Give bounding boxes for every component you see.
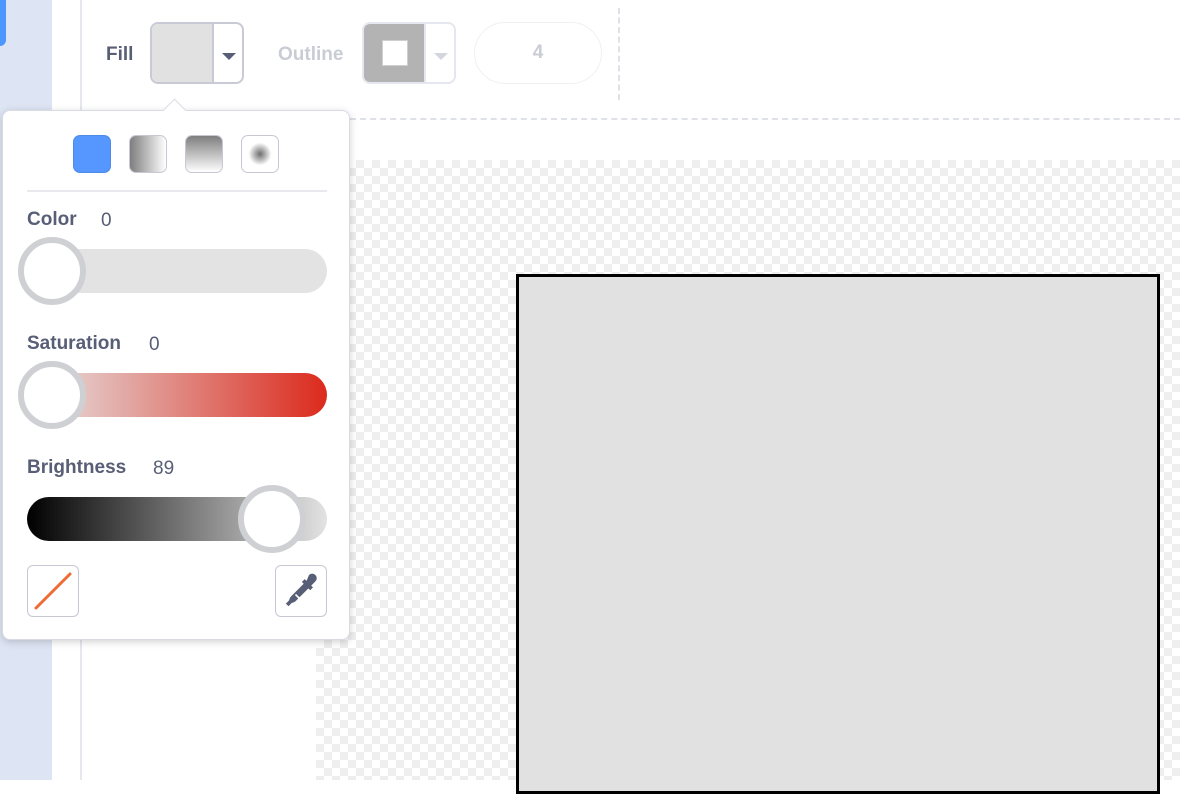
outline-color-button[interactable]	[362, 22, 456, 84]
popover-divider	[27, 190, 327, 192]
chevron-down-icon	[222, 53, 236, 60]
brightness-slider-handle[interactable]	[238, 485, 306, 553]
outline-square-icon	[382, 40, 408, 66]
toolbar-separator	[618, 8, 620, 100]
color-slider-handle[interactable]	[18, 237, 86, 305]
rectangle-shape[interactable]	[516, 274, 1160, 794]
solid-fill-button[interactable]	[73, 135, 111, 173]
outline-label: Outline	[278, 44, 344, 65]
eyedropper-button[interactable]	[275, 565, 327, 617]
fill-color-swatch[interactable]	[152, 24, 214, 82]
fill-color-popover: Color 0 Saturation 0 Brightness 89	[2, 98, 350, 640]
color-label: Color	[27, 209, 77, 230]
saturation-value: 0	[149, 334, 160, 355]
saturation-label: Saturation	[27, 333, 121, 354]
horizontal-gradient-button[interactable]	[129, 135, 167, 173]
paint-toolbar: Fill Outline 4	[82, 0, 1180, 110]
color-value: 0	[101, 210, 112, 231]
fill-dropdown-arrow[interactable]	[212, 24, 242, 82]
vertical-gradient-button[interactable]	[185, 135, 223, 173]
active-tab-indicator	[0, 0, 6, 46]
chevron-down-icon	[434, 53, 448, 60]
outline-color-swatch[interactable]	[364, 24, 426, 82]
outline-width-input[interactable]: 4	[474, 22, 602, 84]
radial-gradient-button[interactable]	[241, 135, 279, 173]
slash-icon	[34, 572, 72, 610]
eyedropper-icon	[285, 573, 317, 607]
brightness-label: Brightness	[27, 457, 127, 478]
saturation-slider-handle[interactable]	[18, 361, 86, 429]
fill-color-button[interactable]	[150, 22, 244, 84]
outline-dropdown-arrow[interactable]	[424, 24, 454, 82]
brightness-value: 89	[153, 458, 175, 479]
fill-label: Fill	[106, 44, 134, 65]
toolbar-bottom-border	[350, 118, 1180, 120]
no-fill-button[interactable]	[27, 565, 79, 617]
paint-canvas[interactable]	[316, 160, 1180, 794]
